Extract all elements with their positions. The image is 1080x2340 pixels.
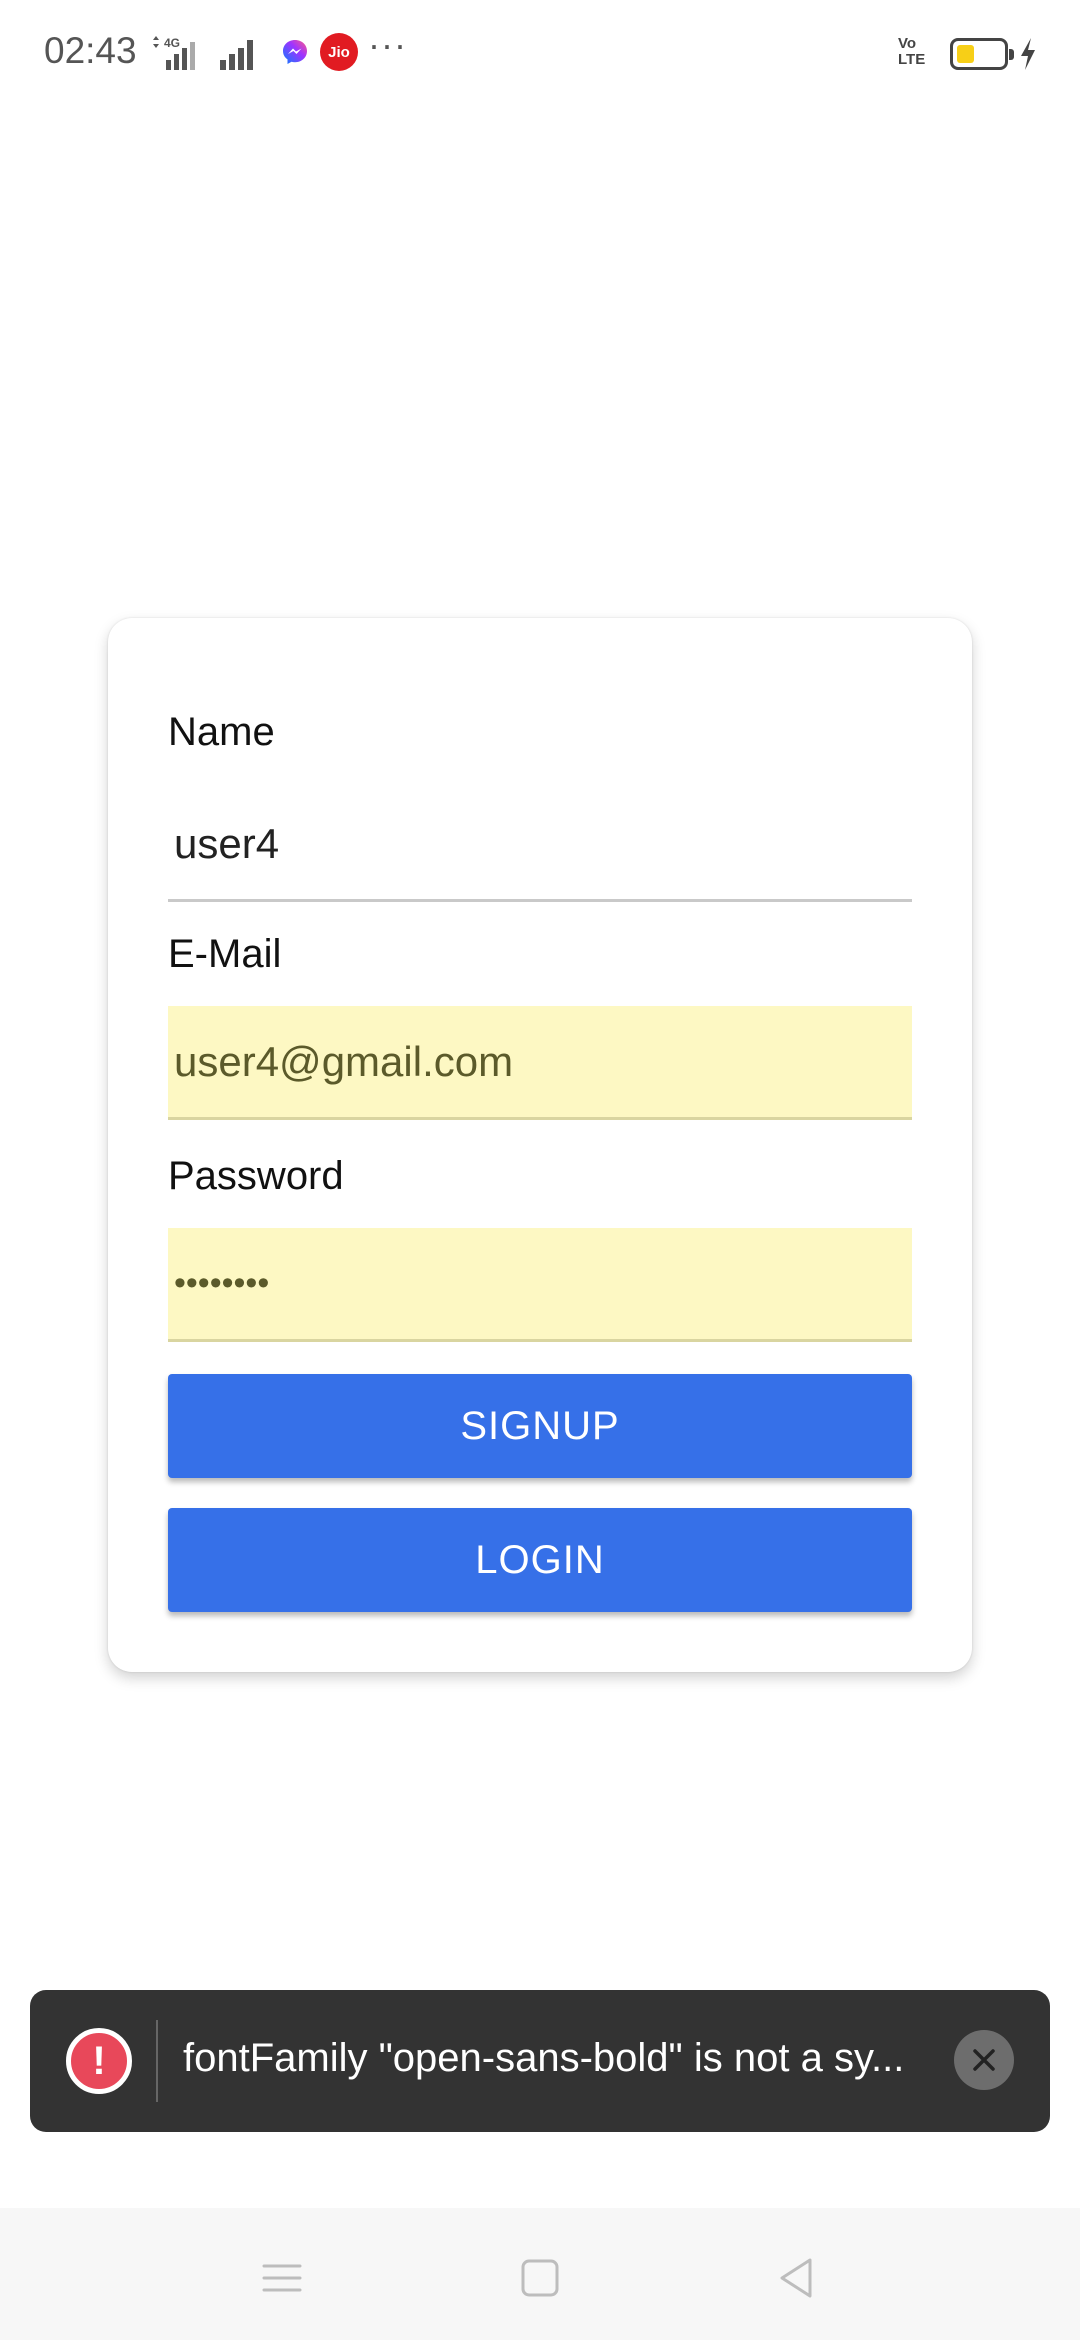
password-input[interactable]: •••••••• bbox=[168, 1228, 912, 1342]
messenger-icon bbox=[276, 33, 314, 71]
email-label: E-Mail bbox=[168, 932, 282, 976]
login-button[interactable]: LOGIN bbox=[168, 1508, 912, 1612]
menu-icon[interactable] bbox=[252, 2248, 312, 2308]
volte-icon: Vo LTE bbox=[898, 36, 925, 68]
charging-icon bbox=[1021, 38, 1035, 70]
error-icon: ! bbox=[66, 2028, 132, 2094]
more-notifications-icon: ··· bbox=[368, 24, 407, 65]
name-input[interactable]: user4 bbox=[168, 788, 912, 902]
status-time: 02:43 bbox=[44, 30, 137, 71]
home-icon[interactable] bbox=[510, 2248, 570, 2308]
error-toast[interactable]: ! fontFamily "open-sans-bold" is not a s… bbox=[30, 1990, 1050, 2132]
name-label: Name bbox=[168, 710, 275, 754]
battery-icon bbox=[950, 38, 1014, 70]
signup-card: Name user4 E-Mail user4@gmail.com Passwo… bbox=[108, 618, 972, 1672]
email-input[interactable]: user4@gmail.com bbox=[168, 1006, 912, 1120]
navigation-bar bbox=[0, 2208, 1080, 2340]
volte-label-line1: Vo bbox=[898, 35, 917, 52]
toast-divider bbox=[156, 2020, 158, 2102]
password-label: Password bbox=[168, 1154, 344, 1198]
status-bar: 02:43 4G Jio ··· Vo LTE bbox=[0, 0, 1080, 110]
jio-icon: Jio bbox=[320, 33, 358, 71]
email-input-value: user4@gmail.com bbox=[174, 1037, 514, 1085]
signup-button[interactable]: SIGNUP bbox=[168, 1374, 912, 1478]
back-icon[interactable] bbox=[766, 2248, 826, 2308]
name-input-value: user4 bbox=[174, 819, 280, 867]
network-type-label: 4G bbox=[164, 36, 180, 50]
volte-label-line2: LTE bbox=[898, 51, 926, 68]
signal-icon: 4G bbox=[153, 36, 253, 70]
password-input-value: •••••••• bbox=[174, 1264, 270, 1302]
toast-message: fontFamily "open-sans-bold" is not a sy.… bbox=[183, 2036, 905, 2080]
battery-level-fill bbox=[957, 45, 974, 63]
signup-screen: 02:43 4G Jio ··· Vo LTE Name user4 E-Mai… bbox=[0, 0, 1080, 2340]
close-icon[interactable] bbox=[954, 2030, 1014, 2090]
